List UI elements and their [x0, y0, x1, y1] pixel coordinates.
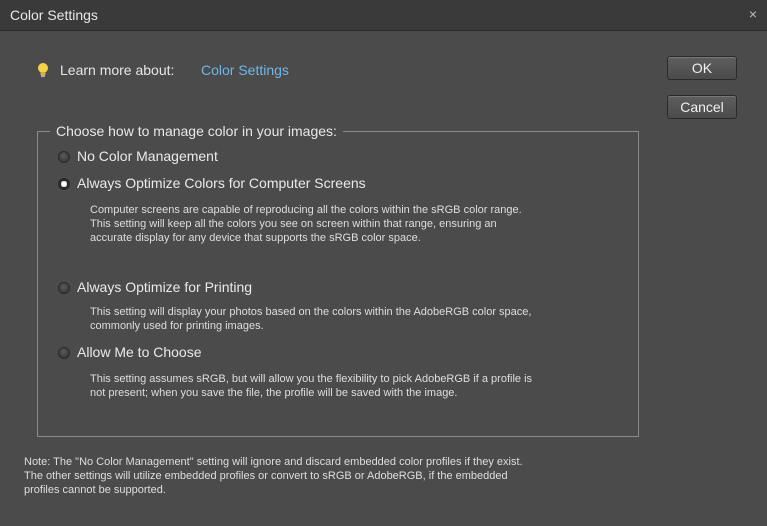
learn-more-label: Learn more about: [60, 62, 175, 78]
description-line: This setting will display your photos ba… [90, 306, 532, 318]
option-description-optimize-screens: Computer screens are capable of reproduc… [90, 203, 635, 245]
option-label-optimize-printing[interactable]: Always Optimize for Printing [77, 279, 252, 295]
title-bar: Color Settings × [0, 0, 767, 31]
learn-more-link[interactable]: Color Settings [201, 62, 289, 78]
note-line: The other settings will utilize embedded… [24, 470, 508, 482]
radio-no-color-management[interactable] [58, 151, 70, 163]
description-line: Computer screens are capable of reproduc… [90, 204, 522, 216]
description-line: This setting assumes sRGB, but will allo… [90, 373, 533, 385]
option-description-optimize-printing: This setting will display your photos ba… [90, 305, 635, 333]
note-line: profiles cannot be supported. [24, 484, 166, 496]
note-line: Note: The "No Color Management" setting … [24, 456, 523, 468]
description-line: not present; when you save the file, the… [90, 387, 458, 399]
radio-optimize-screens[interactable] [58, 178, 70, 190]
lightbulb-icon [38, 63, 48, 77]
ok-button[interactable]: OK [667, 56, 737, 80]
option-label-no-color-management[interactable]: No Color Management [77, 148, 218, 164]
window-title: Color Settings [10, 7, 98, 23]
cancel-button[interactable]: Cancel [667, 95, 737, 119]
description-line: commonly used for printing images. [90, 320, 264, 332]
option-description-allow-me-to-choose: This setting assumes sRGB, but will allo… [90, 372, 635, 400]
radio-allow-me-to-choose[interactable] [58, 347, 70, 359]
close-icon[interactable]: × [745, 6, 761, 22]
description-line: accurate display for any device that sup… [90, 232, 421, 244]
option-label-allow-me-to-choose[interactable]: Allow Me to Choose [77, 344, 202, 360]
description-line: This setting will keep all the colors yo… [90, 218, 497, 230]
group-legend: Choose how to manage color in your image… [50, 123, 343, 139]
radio-optimize-printing[interactable] [58, 282, 70, 294]
option-label-optimize-screens[interactable]: Always Optimize Colors for Computer Scre… [77, 175, 366, 191]
footer-note: Note: The "No Color Management" setting … [24, 455, 664, 497]
